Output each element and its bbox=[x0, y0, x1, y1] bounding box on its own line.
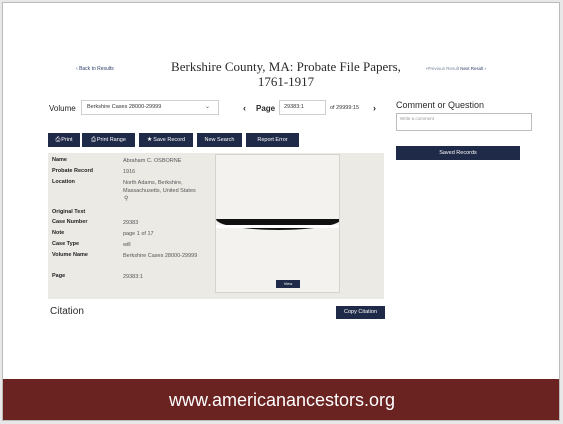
volume-name-label: Volume Name bbox=[52, 252, 88, 258]
print-label: Print bbox=[61, 137, 73, 143]
case-number-value: 29383 bbox=[123, 220, 139, 226]
print-range-button[interactable]: ⎙Print Range bbox=[82, 133, 135, 147]
print-range-label: Print Range bbox=[96, 137, 126, 143]
probate-record-label: Probate Record bbox=[52, 168, 93, 174]
name-label: Name bbox=[52, 157, 67, 163]
page-total: of 29999:15 bbox=[330, 105, 360, 111]
footer-banner: www.americanancestors.org bbox=[3, 379, 559, 420]
next-result-label: Next Result bbox=[460, 66, 484, 71]
next-result-link[interactable]: Next Result › bbox=[460, 66, 486, 71]
page-label: Page bbox=[256, 104, 276, 113]
save-record-label: Save Record bbox=[153, 137, 186, 143]
printer-icon: ⎙ bbox=[55, 137, 61, 143]
original-text-label: Original Text bbox=[52, 209, 86, 215]
page-title-line-1: Berkshire County, MA: Probate File Paper… bbox=[171, 59, 401, 74]
previous-page-button[interactable]: ‹ bbox=[243, 103, 246, 113]
view-button[interactable]: View bbox=[276, 280, 300, 288]
print-button[interactable]: ⎙Print bbox=[48, 133, 80, 147]
note-value: page 1 of 17 bbox=[123, 231, 154, 237]
document-scan-page-edge bbox=[216, 225, 339, 228]
save-record-button[interactable]: ★Save Record bbox=[139, 133, 193, 147]
page-field-label: Page bbox=[52, 273, 66, 279]
page-title-line-2: 1761-1917 bbox=[257, 74, 315, 89]
map-pin-icon[interactable]: ⚲ bbox=[124, 195, 128, 202]
previous-result-label: Previous Result bbox=[427, 66, 460, 71]
result-navigation: ‹Previous Result Next Result › bbox=[426, 66, 486, 71]
location-label: Location bbox=[52, 179, 75, 185]
page-field-value: 29383:1 bbox=[123, 274, 143, 280]
chevron-down-icon: ⌄ bbox=[204, 104, 210, 110]
citation-heading: Citation bbox=[50, 306, 84, 317]
case-number-label: Case Number bbox=[52, 219, 88, 225]
back-to-results-label: Back to Results bbox=[79, 66, 114, 72]
previous-result-link[interactable]: ‹Previous Result bbox=[426, 66, 459, 71]
next-page-button[interactable]: › bbox=[373, 103, 376, 113]
volume-select[interactable]: Berkshire Cases 28000-29999 ⌄ bbox=[81, 100, 219, 115]
page-title: Berkshire County, MA: Probate File Paper… bbox=[168, 59, 404, 89]
volume-name-value: Berkshire Cases 28000-29999 bbox=[123, 253, 198, 259]
back-to-results-link[interactable]: ‹ Back to Results bbox=[76, 66, 114, 72]
volume-label: Volume bbox=[49, 104, 76, 113]
slide: ‹ Back to Results Berkshire County, MA: … bbox=[2, 2, 560, 421]
page-input[interactable]: 29383:1 bbox=[279, 100, 326, 115]
note-label: Note bbox=[52, 230, 65, 236]
star-icon: ★ bbox=[146, 137, 153, 143]
footer-url: www.americanancestors.org bbox=[168, 390, 396, 410]
printer-icon: ⎙ bbox=[91, 137, 96, 143]
chevron-right-icon: › bbox=[483, 66, 487, 71]
saved-records-button[interactable]: Saved Records bbox=[396, 146, 520, 160]
location-value: North Adams, Berkshire, Massachusetts, U… bbox=[123, 180, 196, 194]
case-type-label: Case Type bbox=[52, 241, 80, 247]
copy-citation-button[interactable]: Copy Citation bbox=[336, 306, 385, 319]
name-value: Abraham C. OSBORNE bbox=[123, 158, 182, 164]
new-search-button[interactable]: New Search bbox=[197, 133, 242, 147]
volume-selected-value: Berkshire Cases 28000-29999 bbox=[87, 104, 162, 110]
case-type-value: will bbox=[123, 242, 131, 248]
probate-record-value: 1916 bbox=[123, 169, 136, 175]
document-image-viewer[interactable]: View bbox=[215, 154, 340, 293]
comment-title: Comment or Question bbox=[396, 100, 485, 110]
report-error-button[interactable]: Report Error bbox=[246, 133, 299, 147]
comment-input[interactable]: Write a comment bbox=[396, 113, 532, 131]
